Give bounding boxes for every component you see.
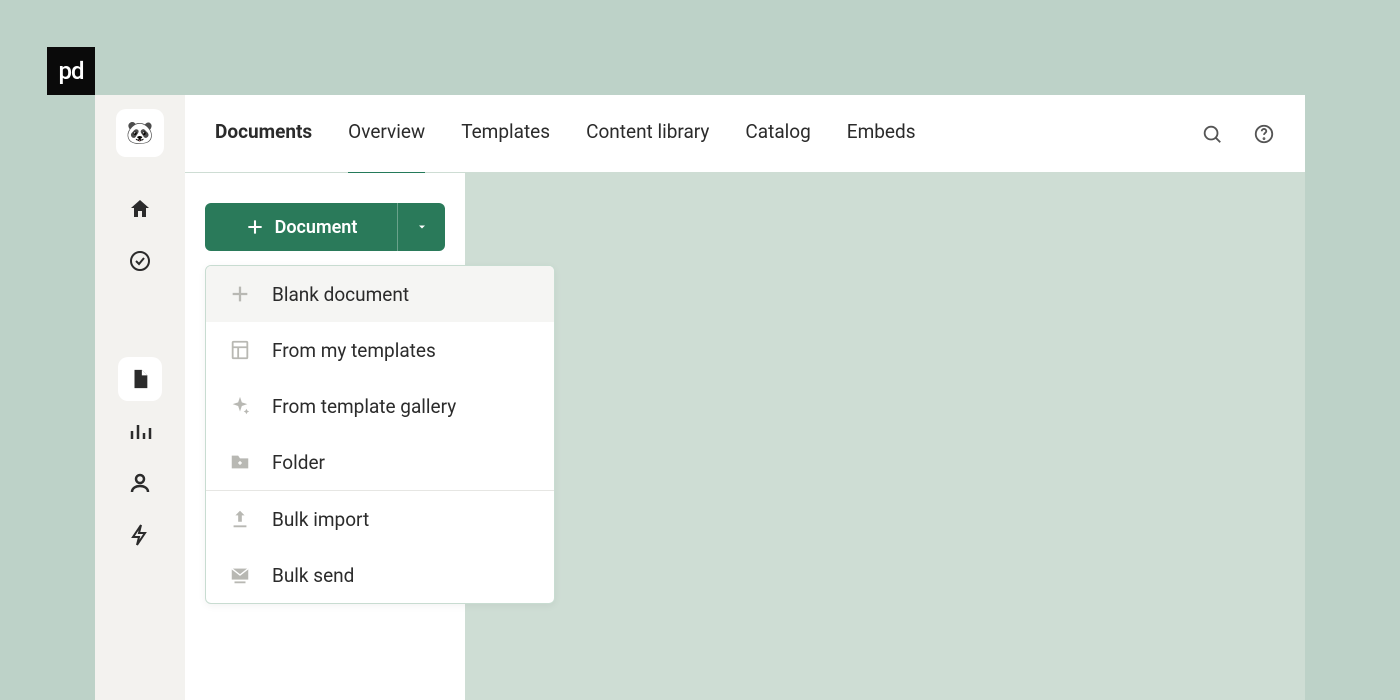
home-icon — [128, 197, 152, 221]
caret-down-icon — [416, 221, 428, 233]
sidebar: 🐼 — [95, 95, 185, 700]
create-dropdown-menu: Blank document From my templates From te… — [205, 265, 555, 604]
upload-icon — [228, 507, 252, 531]
create-document-split-button: Document — [205, 203, 445, 251]
menu-label: Bulk send — [272, 564, 354, 587]
app-shell: 🐼 Documents Overview Templates Co — [95, 95, 1305, 700]
person-icon — [128, 471, 152, 495]
panda-icon: 🐼 — [126, 121, 153, 146]
menu-label: Folder — [272, 451, 325, 474]
tab-documents[interactable]: Documents — [215, 120, 312, 147]
nav-documents[interactable] — [118, 357, 162, 401]
topbar: Documents Overview Templates Content lib… — [185, 95, 1305, 173]
bar-chart-icon — [128, 419, 152, 443]
sparkle-icon — [228, 394, 252, 418]
template-icon — [228, 338, 252, 362]
nav-approvals[interactable] — [118, 239, 162, 283]
help-icon[interactable] — [1253, 123, 1275, 145]
create-document-label: Document — [275, 217, 358, 238]
menu-label: From my templates — [272, 339, 436, 362]
pd-brand-text: pd — [58, 57, 83, 85]
create-document-dropdown-toggle[interactable] — [397, 203, 445, 251]
workspace-logo[interactable]: 🐼 — [116, 109, 164, 157]
content-area: Document Blank document — [185, 173, 1305, 700]
menu-from-my-templates[interactable]: From my templates — [206, 322, 554, 378]
left-panel: Document Blank document — [185, 173, 465, 700]
tabs: Documents Overview Templates Content lib… — [215, 120, 1201, 147]
nav-home[interactable] — [118, 187, 162, 231]
menu-blank-document[interactable]: Blank document — [206, 266, 554, 322]
menu-from-template-gallery[interactable]: From template gallery — [206, 378, 554, 434]
nav-contacts[interactable] — [118, 461, 162, 505]
lightning-icon — [128, 523, 152, 547]
check-circle-icon — [128, 249, 152, 273]
mail-icon — [228, 563, 252, 587]
document-icon — [129, 368, 151, 390]
search-icon[interactable] — [1201, 123, 1223, 145]
plus-icon — [228, 282, 252, 306]
tab-content-library[interactable]: Content library — [586, 120, 709, 147]
plus-icon — [245, 217, 265, 237]
menu-label: Blank document — [272, 283, 409, 306]
create-document-button[interactable]: Document — [205, 203, 397, 251]
menu-bulk-send[interactable]: Bulk send — [206, 547, 554, 603]
tab-embeds[interactable]: Embeds — [847, 120, 916, 147]
menu-bulk-import[interactable]: Bulk import — [206, 491, 554, 547]
menu-folder[interactable]: Folder — [206, 434, 554, 490]
topbar-actions — [1201, 123, 1275, 145]
menu-label: Bulk import — [272, 508, 369, 531]
main-area: Documents Overview Templates Content lib… — [185, 95, 1305, 700]
folder-plus-icon — [228, 450, 252, 474]
tab-catalog[interactable]: Catalog — [745, 120, 810, 147]
pd-brand-badge: pd — [47, 47, 95, 95]
tab-overview[interactable]: Overview — [348, 120, 425, 147]
nav-automations[interactable] — [118, 513, 162, 557]
menu-label: From template gallery — [272, 395, 456, 418]
tab-templates[interactable]: Templates — [461, 120, 550, 147]
nav-reports[interactable] — [118, 409, 162, 453]
